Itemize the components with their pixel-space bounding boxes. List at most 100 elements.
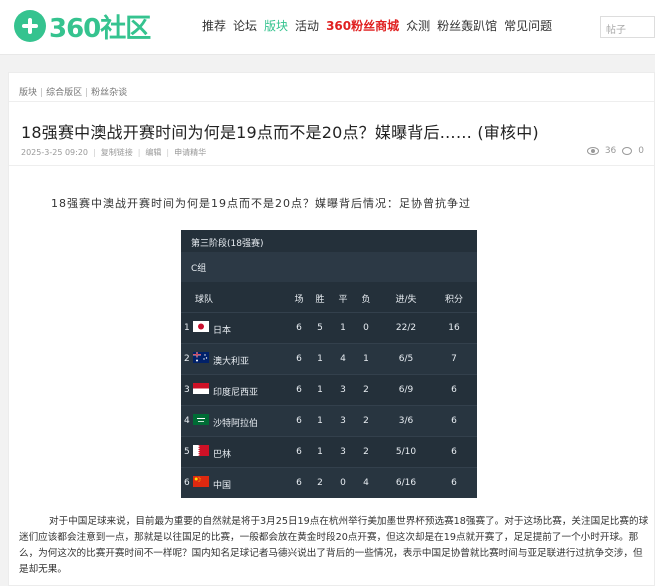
nav-item-beta-test[interactable]: 众测 (406, 17, 430, 34)
group-label: C组 (191, 264, 207, 274)
china-flag-icon (193, 476, 209, 487)
team-name: 日本 (213, 326, 232, 336)
rank: 5 (184, 447, 190, 457)
table-row: 1 日本 6 5 1 0 22/2 16 (181, 312, 477, 343)
col-team: 球队 (195, 295, 214, 305)
apply-featured-button[interactable]: 申请精华 (174, 148, 206, 157)
nav-item-recommend[interactable]: 推荐 (202, 17, 226, 34)
team-name: 沙特阿拉伯 (213, 419, 259, 429)
points: 16 (448, 323, 460, 333)
standings-table-image: 第三阶段(18强赛) C组 球队 场 胜 平 负 进/失 积分 1 日本 6 5… (181, 230, 477, 498)
team-name: 澳大利亚 (213, 357, 250, 367)
table-header: 球队 场 胜 平 负 进/失 积分 (181, 282, 477, 312)
goals: 22/2 (395, 323, 417, 333)
played: 6 (296, 478, 302, 488)
top-header: 360社区 推荐 论坛 版块 活动 360粉丝商城 众测 粉丝轰趴馆 常见问题 … (0, 0, 655, 55)
played: 6 (296, 323, 302, 333)
goals: 5/10 (395, 447, 417, 457)
divider (9, 165, 654, 166)
points: 6 (451, 385, 457, 395)
goals: 6/16 (395, 478, 417, 488)
stage-label: 第三阶段(18强赛) (191, 239, 264, 249)
rank: 3 (184, 385, 190, 395)
lost: 1 (363, 354, 369, 364)
lost: 4 (363, 478, 369, 488)
post-body: 对于中国足球来说，目前最为重要的自然就是将于3月25日19点在杭州举行美加墨世界… (19, 516, 649, 575)
won: 5 (317, 323, 323, 333)
saudi-flag-icon (193, 414, 209, 425)
main-nav: 推荐 论坛 版块 活动 360粉丝商城 众测 粉丝轰趴馆 常见问题 (202, 17, 559, 34)
comment-count: 0 (638, 146, 644, 156)
played: 6 (296, 447, 302, 457)
table-row: 6 中国 6 2 0 4 6/16 6 (181, 467, 477, 498)
lost: 2 (363, 447, 369, 457)
drawn: 4 (340, 354, 346, 364)
lost: 0 (363, 323, 369, 333)
points: 6 (451, 447, 457, 457)
col-goals: 进/失 (395, 295, 417, 305)
drawn: 3 (340, 416, 346, 426)
rank: 6 (184, 478, 190, 488)
search-input[interactable]: 帖子 (600, 16, 655, 38)
table-row: 2 澳大利亚 6 1 4 1 6/5 7 (181, 343, 477, 374)
nav-item-forum[interactable]: 论坛 (233, 17, 257, 34)
played: 6 (296, 354, 302, 364)
team-name: 印度尼西亚 (213, 388, 259, 398)
nav-item-events[interactable]: 活动 (295, 17, 319, 34)
played: 6 (296, 416, 302, 426)
won: 1 (317, 385, 323, 395)
view-count: 36 (604, 146, 617, 156)
won: 1 (317, 354, 323, 364)
post-date: 2025-3-25 09:20 (21, 148, 88, 157)
breadcrumb-boards[interactable]: 版块 (19, 88, 37, 98)
table-row: 3 印度尼西亚 6 1 3 2 6/9 6 (181, 374, 477, 405)
col-points: 积分 (444, 295, 463, 305)
nav-item-mall[interactable]: 360粉丝商城 (326, 17, 399, 34)
logo-text: 360社区 (49, 13, 151, 44)
won: 1 (317, 447, 323, 457)
goals: 6/9 (398, 385, 414, 395)
won: 2 (317, 478, 323, 488)
lost: 2 (363, 385, 369, 395)
team-name: 巴林 (213, 450, 232, 460)
rank: 1 (184, 323, 190, 333)
rank: 2 (184, 354, 190, 364)
drawn: 1 (340, 323, 346, 333)
edit-button[interactable]: 编辑 (145, 148, 161, 157)
australia-flag-icon (193, 352, 209, 363)
drawn: 0 (340, 478, 346, 488)
indonesia-flag-icon (193, 383, 209, 394)
goals: 6/5 (398, 354, 414, 364)
col-played: 场 (294, 295, 304, 305)
breadcrumb-general[interactable]: 综合版区 (46, 88, 82, 98)
table-row: 4 沙特阿拉伯 6 1 3 2 3/6 6 (181, 405, 477, 436)
comment-icon[interactable] (622, 147, 633, 155)
points: 6 (451, 478, 457, 488)
breadcrumb: 版块 | 综合版区 | 粉丝杂谈 (19, 88, 128, 98)
japan-flag-icon (193, 321, 209, 332)
eye-icon (586, 147, 599, 155)
site-logo[interactable]: 360社区 (14, 8, 151, 44)
nav-item-boards[interactable]: 版块 (264, 17, 288, 34)
lost: 2 (363, 416, 369, 426)
table-row: 5 巴林 6 1 3 2 5/10 6 (181, 436, 477, 467)
col-lost: 负 (361, 295, 371, 305)
copy-link-button[interactable]: 复制链接 (101, 148, 133, 157)
post-title: 18强赛中澳战开赛时间为何是19点而不是20点？媒曝背后…… (审核中) (21, 123, 539, 142)
divider (9, 101, 654, 102)
nav-item-fan-party[interactable]: 粉丝轰趴馆 (437, 17, 497, 34)
bahrain-flag-icon (193, 445, 209, 456)
won: 1 (317, 416, 323, 426)
post-meta: 2025-3-25 09:20 | 复制链接 | 编辑 | 申请精华 (21, 148, 207, 157)
col-won: 胜 (315, 295, 325, 305)
breadcrumb-fan-talk[interactable]: 粉丝杂谈 (91, 88, 127, 98)
team-name: 中国 (213, 481, 232, 491)
points: 6 (451, 416, 457, 426)
col-drawn: 平 (338, 295, 348, 305)
rank: 4 (184, 416, 190, 426)
post-panel: 版块 | 综合版区 | 粉丝杂谈 18强赛中澳战开赛时间为何是19点而不是20点？媒曝背… (8, 72, 655, 586)
drawn: 3 (340, 447, 346, 457)
played: 6 (296, 385, 302, 395)
nav-item-faq[interactable]: 常见问题 (504, 17, 552, 34)
post-lead: 18强赛中澳战开赛时间为何是19点而不是20点？媒曝背后情况：足协曾抗争过 (51, 197, 471, 210)
